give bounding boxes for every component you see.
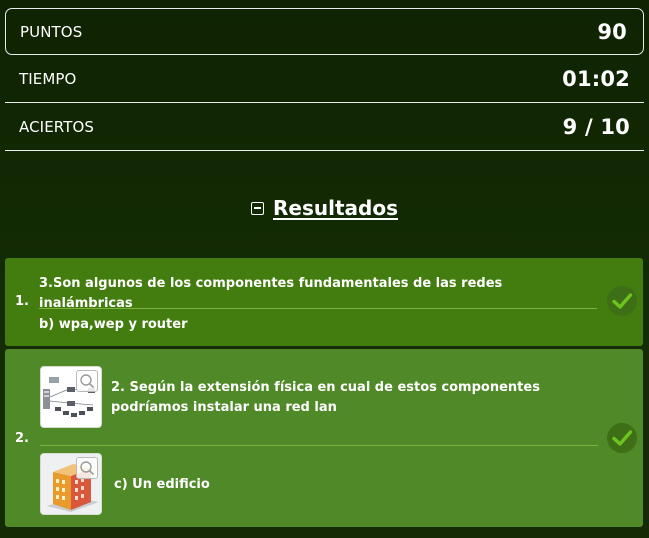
hits-row: ACIERTOS 9 / 10 [5,104,644,151]
building-thumbnail[interactable] [40,453,102,515]
zoom-icon[interactable] [76,370,98,392]
result-answer: b) wpa,wep y router [39,317,188,332]
points-row: PUNTOS 90 [5,8,644,55]
results-header[interactable]: Resultados [0,196,649,220]
minus-square-icon[interactable] [251,201,264,215]
result-item: 2. 2. Según la extensión física en cual … [5,349,643,527]
result-item-number: 2. [15,431,29,446]
result-answer: c) Un edificio [114,477,210,492]
time-label: TIEMPO [19,70,77,88]
result-item: 1. 3.Son algunos de los componentes fund… [5,258,643,346]
zoom-icon[interactable] [76,457,98,479]
divider [40,445,598,446]
network-diagram-thumbnail[interactable] [40,366,102,428]
points-value: 90 [597,19,627,44]
time-row: TIEMPO 01:02 [5,56,644,103]
hits-label: ACIERTOS [19,118,94,136]
result-question: 2. Según la extensión física en cual de … [111,380,540,415]
divider [39,308,597,309]
result-item-number: 1. [15,294,29,309]
time-value: 01:02 [562,67,630,91]
hits-value: 9 / 10 [562,115,630,139]
check-icon [607,423,637,453]
check-icon [607,286,637,316]
results-title[interactable]: Resultados [273,196,398,220]
points-label: PUNTOS [20,22,83,41]
